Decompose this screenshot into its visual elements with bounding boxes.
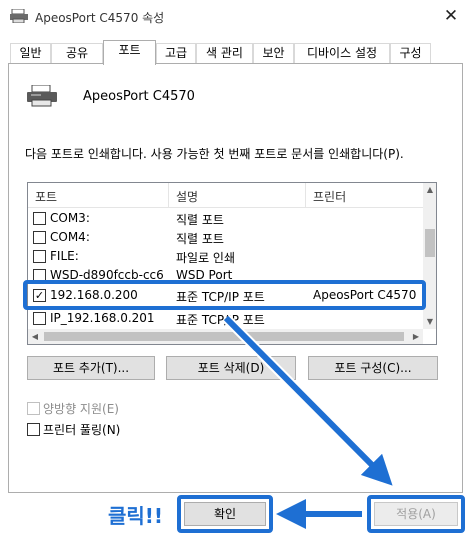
horizontal-scrollbar[interactable]: ◀ ▶ [28,329,423,344]
port-description: 다음 포트로 인쇄합니다. 사용 가능한 첫 번째 포트로 문서를 인쇄합니다(… [25,147,404,161]
list-header: 포트 설명 프린터 [28,183,424,208]
click-annotation: 클릭!! [108,504,164,528]
scroll-right-icon[interactable]: ▶ [409,329,423,344]
apply-button[interactable]: 적용(A) [374,502,458,526]
port-desc: 파일로 인쇄 [176,251,236,265]
port-name: IP_192.168.0.201 [50,311,155,325]
port-name: FILE: [50,249,79,263]
port-checkbox[interactable] [33,312,46,325]
port-checkbox[interactable] [33,212,46,225]
checkbox-box[interactable] [27,423,40,436]
port-name: COM3: [50,211,90,225]
tab-device-settings[interactable]: 디바이스 설정 [294,43,390,64]
vertical-scroll-thumb[interactable] [425,229,435,257]
port-list[interactable]: 포트 설명 프린터 COM3: 직렬 포트 COM4: 직렬 포트 FILE: … [27,182,437,345]
printer-small-icon [10,9,28,23]
column-header-printer[interactable]: 프린터 [313,188,346,205]
configure-port-button[interactable]: 포트 구성(C)... [308,356,438,380]
pooling-label: 프린터 풀링(N) [43,423,121,437]
column-header-port[interactable]: 포트 [35,188,57,205]
tab-sharing[interactable]: 공유 [51,43,103,64]
printer-icon [27,85,57,107]
port-checkbox[interactable] [33,231,46,244]
scroll-left-icon[interactable]: ◀ [28,329,42,344]
port-row-file[interactable]: FILE: 파일로 인쇄 [28,247,424,266]
port-checkbox[interactable] [33,250,46,263]
close-button[interactable]: ✕ [437,4,465,28]
tab-configuration[interactable]: 구성 [390,43,431,64]
port-name: COM4: [50,230,90,244]
tab-advanced[interactable]: 고급 [156,43,196,64]
port-checkbox[interactable] [33,269,46,282]
port-checkbox-checked[interactable]: ✓ [33,289,46,302]
printer-name: ApeosPort C4570 [83,89,195,104]
checkbox-box[interactable] [27,402,40,415]
ok-button[interactable]: 확인 [184,502,266,526]
bidirectional-support-checkbox[interactable]: 양방향 지원(E) [27,400,119,417]
tab-color-management[interactable]: 색 관리 [196,43,253,64]
title-bar: ApeosPort C4570 속성 ✕ [0,0,470,34]
port-row-wsd[interactable]: WSD-d890fccb-cc6 WSD Port [28,266,424,285]
bidirectional-label: 양방향 지원(E) [43,402,119,416]
tab-security[interactable]: 보안 [253,43,294,64]
tab-ports[interactable]: 포트 [103,40,156,65]
port-row-selected[interactable]: ✓ 192.168.0.200 표준 TCP/IP 포트 ApeosPort C… [28,286,424,305]
tab-bar: 일반 공유 포트 고급 색 관리 보안 디바이스 설정 구성 [0,40,470,65]
vertical-scrollbar[interactable]: ▲ ▼ [423,183,436,329]
scroll-up-icon[interactable]: ▲ [423,183,436,197]
port-desc: 직렬 포트 [176,213,224,227]
port-desc: 표준 TCP/IP 포트 [176,313,265,327]
port-row-com3[interactable]: COM3: 직렬 포트 [28,209,424,228]
port-printer: ApeosPort C4570 [313,288,417,302]
port-row-ip201[interactable]: IP_192.168.0.201 표준 TCP/IP 포트 [28,309,424,328]
port-desc: 직렬 포트 [176,232,224,246]
printer-pooling-checkbox[interactable]: 프린터 풀링(N) [27,421,120,438]
tab-general[interactable]: 일반 [10,43,51,64]
scroll-down-icon[interactable]: ▼ [423,315,436,329]
add-port-button[interactable]: 포트 추가(T)... [27,356,155,380]
port-row-com4[interactable]: COM4: 직렬 포트 [28,228,424,247]
port-desc: 표준 TCP/IP 포트 [176,290,265,304]
port-name: 192.168.0.200 [50,288,138,302]
column-header-description[interactable]: 설명 [176,188,198,205]
port-desc: WSD Port [176,268,233,282]
horizontal-scroll-thumb[interactable] [44,332,404,341]
window-title: ApeosPort C4570 속성 [35,11,165,25]
port-name: WSD-d890fccb-cc6 [50,268,164,282]
delete-port-button[interactable]: 포트 삭제(D) [166,356,296,380]
